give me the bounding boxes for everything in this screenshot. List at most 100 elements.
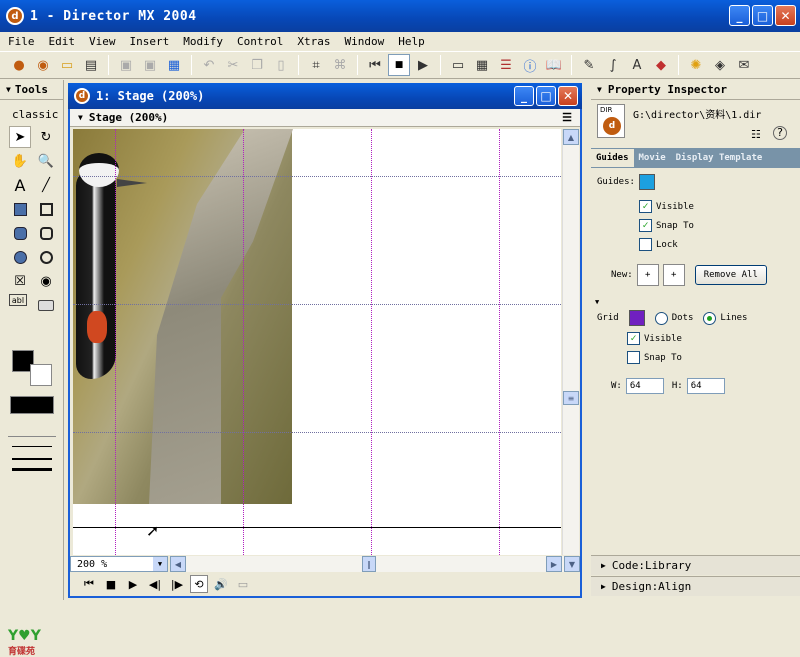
list-view-icon[interactable]: ☷: [751, 128, 761, 141]
stage-maximize-button[interactable]: □: [536, 86, 556, 106]
property-inspector-icon[interactable]: ⓘ: [519, 54, 541, 76]
publish-icon[interactable]: ▦: [163, 54, 185, 76]
woodpecker-image[interactable]: [73, 129, 293, 504]
minimize-button[interactable]: _: [729, 5, 750, 26]
behavior-inspector-icon[interactable]: ✺: [685, 54, 707, 76]
guides-color-swatch[interactable]: [638, 174, 655, 190]
arrow-tool-icon[interactable]: ➤: [9, 126, 31, 148]
grid-width-field[interactable]: 64: [625, 378, 664, 394]
new-cast-icon[interactable]: ◉: [32, 54, 54, 76]
stage-canvas[interactable]: ➚: [73, 129, 561, 555]
help-icon[interactable]: ?: [773, 126, 787, 140]
grid-dots-radio[interactable]: [654, 311, 668, 325]
maximize-button[interactable]: □: [752, 5, 773, 26]
round-rect-tool-icon[interactable]: [35, 222, 57, 244]
pattern-swatch[interactable]: [10, 396, 54, 414]
menu-control[interactable]: Control: [237, 35, 283, 48]
toggle-sound-icon[interactable]: ▭: [234, 575, 252, 593]
grid-snap-checkbox[interactable]: [627, 351, 640, 364]
scroll-right-icon[interactable]: ▶: [546, 556, 562, 572]
scroll-left-icon[interactable]: ◀: [170, 556, 186, 572]
zoom-select[interactable]: 200 % ▼: [70, 556, 168, 572]
checkbox-tool-icon[interactable]: ☒: [9, 270, 31, 292]
line-width-medium[interactable]: [12, 458, 52, 460]
stage-window-icon[interactable]: ▭: [447, 54, 469, 76]
grid-height-field[interactable]: 64: [686, 378, 725, 394]
collapse-arrow-icon[interactable]: ▼: [597, 85, 602, 94]
design-align-panel[interactable]: ▶ Design:Align: [591, 576, 800, 596]
new-movie-icon[interactable]: ●: [8, 54, 30, 76]
stage-close-button[interactable]: ✕: [558, 86, 578, 106]
expand-arrow-icon[interactable]: ▶: [601, 582, 606, 591]
tool-mode-select[interactable]: classic: [0, 100, 63, 126]
new-vertical-guide[interactable]: +: [662, 264, 685, 286]
chevron-down-icon[interactable]: ▼: [153, 557, 167, 571]
message-window-icon[interactable]: ✉: [733, 54, 755, 76]
menu-window[interactable]: Window: [344, 35, 384, 48]
hand-tool-icon[interactable]: ✋: [9, 150, 31, 172]
menu-modify[interactable]: Modify: [183, 35, 223, 48]
collapse-arrow-icon[interactable]: ▼: [6, 85, 11, 94]
horizontal-scrollbar[interactable]: ◀ ‖ ▶ ▼: [170, 556, 580, 572]
collapse-arrow-icon[interactable]: ▼: [595, 298, 599, 306]
collapse-arrow-icon[interactable]: ▼: [78, 113, 83, 122]
line-width-thick[interactable]: [12, 468, 52, 471]
filled-round-rect-tool-icon[interactable]: [9, 222, 31, 244]
filled-rect-tool-icon[interactable]: [9, 198, 31, 220]
step-forward-icon[interactable]: |▶: [168, 575, 186, 593]
menu-edit[interactable]: Edit: [49, 35, 76, 48]
menu-insert[interactable]: Insert: [130, 35, 170, 48]
button-tool-icon[interactable]: [35, 294, 57, 316]
grid-lines-radio[interactable]: [703, 311, 717, 325]
menu-view[interactable]: View: [89, 35, 116, 48]
scroll-thumb[interactable]: ≡: [563, 391, 579, 405]
line-width-thin[interactable]: [12, 446, 52, 447]
filled-ellipse-tool-icon[interactable]: [9, 246, 31, 268]
loop-icon[interactable]: ⟲: [190, 575, 208, 593]
ellipse-tool-icon[interactable]: [35, 246, 57, 268]
rotate-tool-icon[interactable]: ↻: [35, 126, 57, 148]
tab-movie[interactable]: Movie: [634, 149, 671, 167]
radio-tool-icon[interactable]: ◉: [35, 270, 57, 292]
rewind-icon[interactable]: ⏮: [80, 575, 98, 593]
tab-display-template[interactable]: Display Template: [671, 149, 768, 167]
find-icon[interactable]: ⌗: [305, 54, 327, 76]
text-window-icon[interactable]: A: [626, 54, 648, 76]
grid-visible-checkbox[interactable]: ✓: [627, 332, 640, 345]
play-icon[interactable]: ▶: [412, 54, 434, 76]
rewind-icon[interactable]: ⏮: [364, 54, 386, 76]
menu-xtras[interactable]: Xtras: [297, 35, 330, 48]
stage-title-bar[interactable]: d 1: Stage (200%) _ □ ✕: [68, 83, 582, 109]
scroll-up-icon[interactable]: ▲: [563, 129, 579, 145]
code-library-panel[interactable]: ▶ Code:Library: [591, 555, 800, 575]
score-window-icon[interactable]: ☰: [495, 54, 517, 76]
close-button[interactable]: ✕: [775, 5, 796, 26]
paste-icon[interactable]: ▯: [270, 54, 292, 76]
scroll-down-icon[interactable]: ▼: [564, 556, 580, 572]
volume-icon[interactable]: 🔊: [212, 575, 230, 593]
stop-button[interactable]: ■: [388, 54, 410, 76]
guides-lock-checkbox[interactable]: [639, 238, 652, 251]
zoom-tool-icon[interactable]: 🔍: [35, 150, 57, 172]
field-tool-icon[interactable]: abl: [9, 294, 27, 306]
paint-window-icon[interactable]: ✎: [578, 54, 600, 76]
shockwave-3d-icon[interactable]: ◆: [650, 54, 672, 76]
scroll-thumb[interactable]: ‖: [362, 556, 376, 572]
undo-icon[interactable]: ↶: [198, 54, 220, 76]
line-tool-icon[interactable]: ╱: [35, 174, 57, 196]
vertical-scrollbar[interactable]: ▲ ≡: [562, 129, 579, 555]
panel-options-icon[interactable]: ☰: [562, 111, 572, 124]
menu-file[interactable]: File: [8, 35, 35, 48]
remove-all-button[interactable]: Remove All: [694, 265, 767, 285]
stop-icon[interactable]: ■: [102, 575, 120, 593]
vector-shape-icon[interactable]: ∫: [602, 54, 624, 76]
guides-visible-checkbox[interactable]: ✓: [639, 200, 652, 213]
cut-icon[interactable]: ✂: [222, 54, 244, 76]
stage-minimize-button[interactable]: _: [514, 86, 534, 106]
background-color-swatch[interactable]: [30, 364, 52, 386]
script-window-icon[interactable]: ◈: [709, 54, 731, 76]
step-back-icon[interactable]: ◀|: [146, 575, 164, 593]
exchange-cast-icon[interactable]: ⌘: [329, 54, 351, 76]
grid-color-swatch[interactable]: [628, 310, 645, 326]
play-icon[interactable]: ▶: [124, 575, 142, 593]
